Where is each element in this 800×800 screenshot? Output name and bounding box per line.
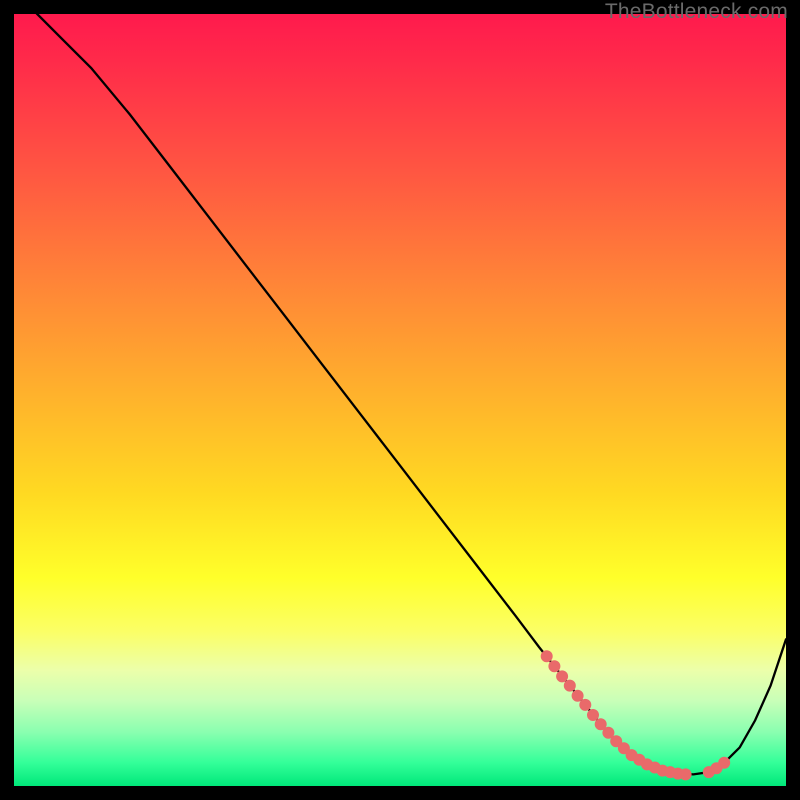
chart-frame xyxy=(14,14,786,786)
curve-marker xyxy=(541,651,552,662)
curve-marker-group xyxy=(541,651,730,780)
curve-marker xyxy=(564,680,575,691)
curve-marker xyxy=(595,719,606,730)
bottleneck-curve-path xyxy=(14,14,786,774)
curve-marker xyxy=(719,757,730,768)
curve-marker xyxy=(572,690,583,701)
curve-marker xyxy=(549,661,560,672)
curve-marker xyxy=(588,710,599,721)
curve-marker xyxy=(557,671,568,682)
curve-marker xyxy=(580,699,591,710)
curve-marker xyxy=(680,769,691,780)
curve-marker xyxy=(603,727,614,738)
bottleneck-curve-svg xyxy=(14,14,786,786)
watermark-text: TheBottleneck.com xyxy=(605,0,788,24)
